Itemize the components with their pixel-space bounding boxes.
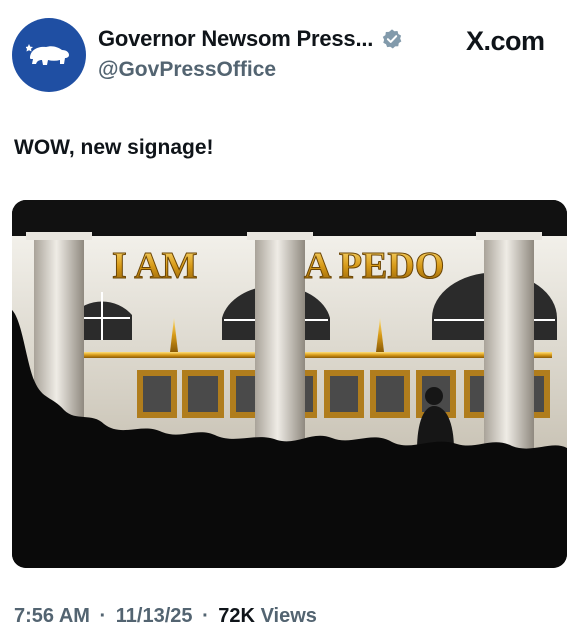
meta-separator: ·	[99, 605, 107, 627]
sign-text-right: A PEDO	[304, 245, 444, 287]
brand-logo: X.com	[466, 26, 545, 56]
tweet-image[interactable]: I AM A PEDO	[12, 200, 567, 568]
author-display-name[interactable]: Governor Newsom Press...	[98, 26, 373, 52]
avatar[interactable]	[12, 18, 86, 92]
tweet-meta: 7:56 AM · 11/13/25 · 72K Views	[14, 605, 317, 628]
tweet-text: WOW, new signage!	[14, 136, 214, 159]
tweet-time[interactable]: 7:56 AM	[14, 605, 90, 627]
views-count: 72K	[218, 605, 255, 627]
meta-separator: ·	[202, 605, 209, 627]
bear-icon	[26, 44, 69, 65]
author-name-row: Governor Newsom Press...	[98, 26, 403, 52]
verified-badge-icon	[383, 29, 402, 49]
views-label: Views	[260, 605, 317, 627]
tweet-date[interactable]: 11/13/25	[116, 605, 193, 627]
sign-text-left: I AM	[112, 245, 198, 287]
author-handle[interactable]: @GovPressOffice	[98, 58, 276, 82]
